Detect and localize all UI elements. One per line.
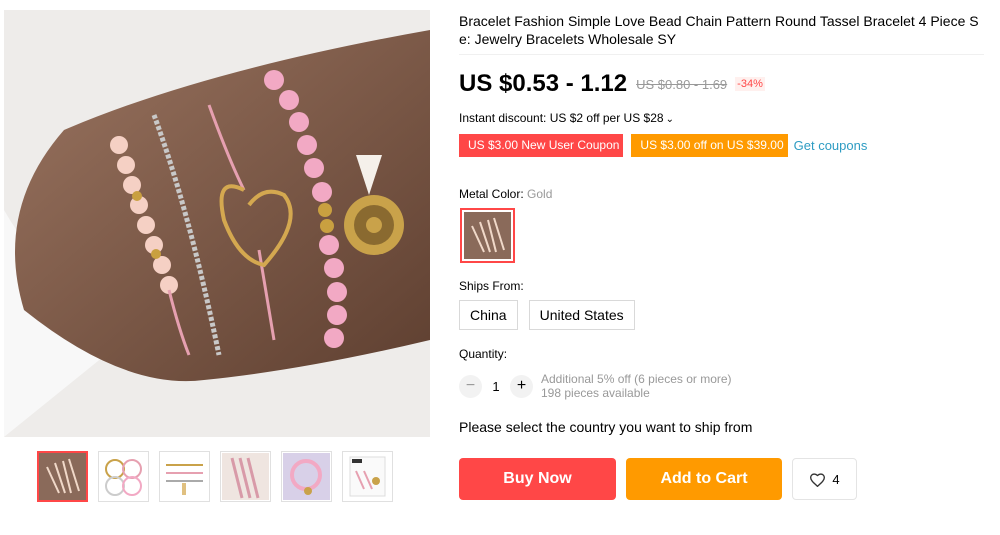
sku-option-gold[interactable] [460,208,515,263]
get-coupons-link[interactable]: Get coupons [794,138,868,153]
metal-color-title: Metal Color: [459,187,524,201]
price-row: US $0.53 - 1.12 US $0.80 - 1.69 -34% [459,70,765,98]
thumbnail-5[interactable] [281,451,332,502]
instant-discount[interactable]: Instant discount: US $2 off per US $28 ⌄ [459,111,674,125]
ship-option-united-states[interactable]: United States [528,300,635,330]
thumbnail-4[interactable] [220,451,271,502]
thumbnail-6[interactable] [342,451,393,502]
chevron-down-icon: ⌄ [665,114,674,125]
quantity-stepper: − 1 + Additional 5% off (6 pieces or mor… [459,372,732,400]
current-price: US $0.53 - 1.12 [459,70,628,97]
add-to-cart-button[interactable]: Add to Cart [626,458,782,500]
main-product-image[interactable] [4,10,430,437]
ships-from-label: Ships From: [459,279,524,293]
thumbnail-strip [37,451,393,502]
title-divider [459,54,984,55]
ship-option-china[interactable]: China [459,300,518,330]
discount-badge: -34% [735,77,765,91]
thumbnail-1[interactable] [37,451,88,502]
wishlist-count: 4 [832,471,840,487]
quantity-info: Additional 5% off (6 pieces or more) 198… [541,372,732,400]
store-coupon[interactable]: US $3.00 off on US $39.00 [631,134,788,157]
ship-country-note: Please select the country you want to sh… [459,419,753,435]
quantity-label: Quantity: [459,347,508,361]
heart-icon [810,472,826,487]
product-title: Bracelet Fashion Simple Love Bead Chain … [459,13,979,47]
original-price: US $0.80 - 1.69 [636,76,728,92]
coupon-row: US $3.00 New User Coupon US $3.00 off on… [459,134,867,157]
wishlist-button[interactable]: 4 [792,458,857,500]
thumbnail-3[interactable] [159,451,210,502]
thumbnail-2[interactable] [98,451,149,502]
new-user-coupon[interactable]: US $3.00 New User Coupon [459,134,624,157]
instant-discount-text: Instant discount: US $2 off per US $28 [459,111,664,125]
ships-from-options: China United States [459,300,635,330]
metal-color-label: Metal Color: Gold [459,187,552,201]
stock-available: 198 pieces available [541,386,650,400]
quantity-increase-button[interactable]: + [510,374,533,398]
action-buttons: Buy Now Add to Cart 4 [459,458,857,500]
bulk-discount-note: Additional 5% off (6 pieces or more) [541,372,732,386]
quantity-value[interactable]: 1 [482,379,510,394]
buy-now-button[interactable]: Buy Now [459,458,616,500]
metal-color-value: Gold [527,187,553,201]
quantity-decrease-button[interactable]: − [459,374,482,398]
